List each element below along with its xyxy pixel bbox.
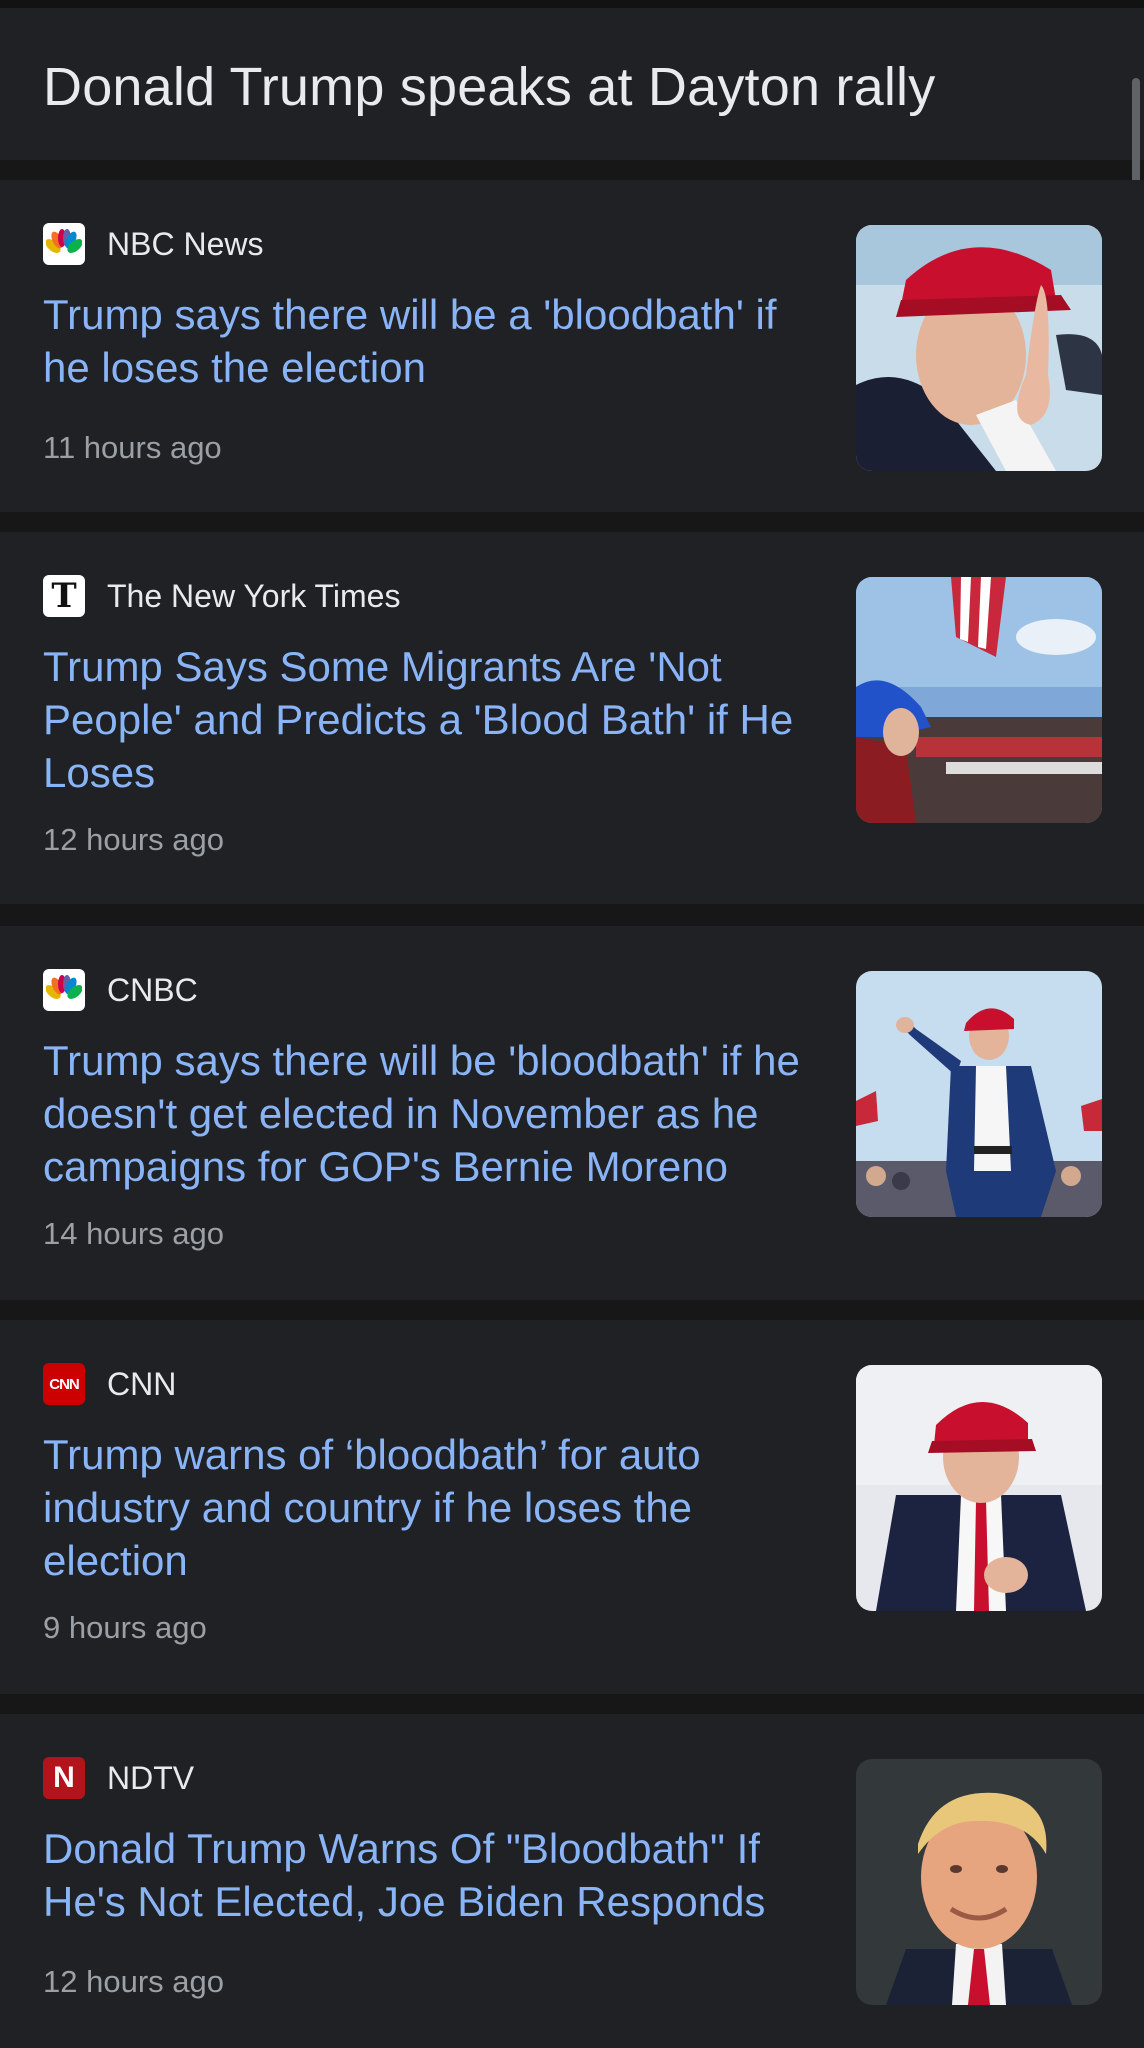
ndtv-icon: N xyxy=(43,1757,85,1799)
source-row: CNN CNN xyxy=(43,1363,176,1405)
cnn-icon: CNN xyxy=(43,1363,85,1405)
source-row: CNBC xyxy=(43,969,198,1011)
news-card[interactable]: CNBC Trump says there will be 'bloodbath… xyxy=(0,926,1144,1300)
timestamp: 11 hours ago xyxy=(43,430,222,465)
source-row: T The New York Times xyxy=(43,575,400,617)
source-name: CNBC xyxy=(107,971,198,1008)
source-name: NBC News xyxy=(107,225,264,262)
news-card[interactable]: CNN CNN Trump warns of ‘bloodbath’ for a… xyxy=(0,1320,1144,1694)
article-thumbnail[interactable] xyxy=(856,577,1102,823)
source-row: NBC News xyxy=(43,223,263,265)
news-card[interactable]: T The New York Times Trump Says Some Mig… xyxy=(0,532,1144,904)
story-title: Donald Trump speaks at Dayton rally xyxy=(43,57,936,117)
headline-link[interactable]: Trump Says Some Migrants Are 'Not People… xyxy=(43,640,813,799)
nyt-t-icon: T xyxy=(43,575,85,617)
article-thumbnail[interactable] xyxy=(856,1365,1102,1611)
news-card[interactable]: NBC News Trump says there will be a 'blo… xyxy=(0,180,1144,512)
source-name: CNN xyxy=(107,1365,177,1402)
headline-link[interactable]: Trump says there will be a 'bloodbath' i… xyxy=(43,288,813,394)
timestamp: 14 hours ago xyxy=(43,1216,224,1251)
status-strip xyxy=(0,0,1144,8)
timestamp: 9 hours ago xyxy=(43,1610,207,1645)
nbc-peacock-icon xyxy=(43,223,85,265)
article-thumbnail[interactable] xyxy=(856,225,1102,471)
source-row: N NDTV xyxy=(43,1757,194,1799)
timestamp: 12 hours ago xyxy=(43,822,224,857)
story-header: Donald Trump speaks at Dayton rally xyxy=(0,8,1144,160)
article-thumbnail[interactable] xyxy=(856,1759,1102,2005)
cnbc-peacock-icon xyxy=(43,969,85,1011)
source-name: NDTV xyxy=(107,1759,195,1796)
headline-link[interactable]: Donald Trump Warns Of "Bloodbath" If He'… xyxy=(43,1822,813,1928)
timestamp: 12 hours ago xyxy=(43,1964,224,1999)
headline-link[interactable]: Trump warns of ‘bloodbath’ for auto indu… xyxy=(43,1428,813,1587)
article-thumbnail[interactable] xyxy=(856,971,1102,1217)
source-name: The New York Times xyxy=(107,577,401,614)
news-card[interactable]: N NDTV Donald Trump Warns Of "Bloodbath"… xyxy=(0,1714,1144,2048)
headline-link[interactable]: Trump says there will be 'bloodbath' if … xyxy=(43,1034,813,1193)
